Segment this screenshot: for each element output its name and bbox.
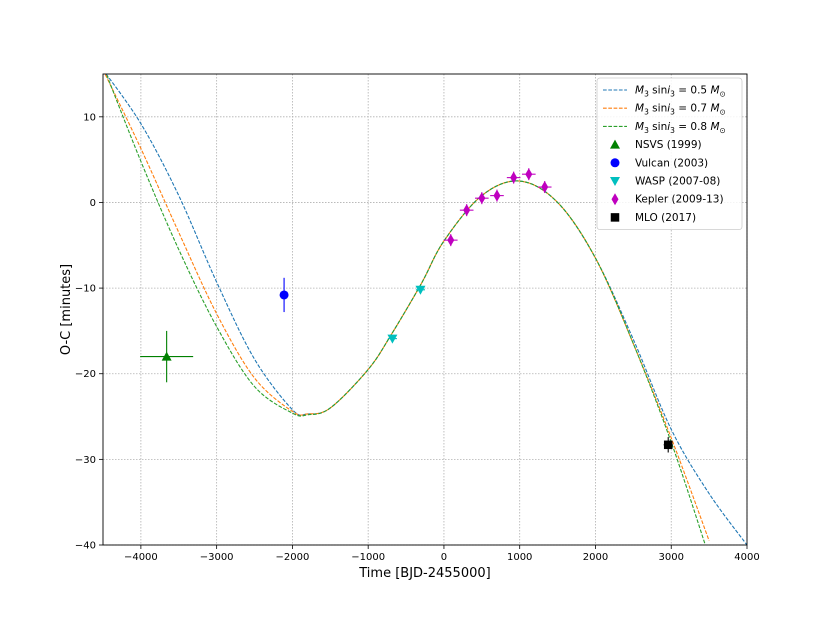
legend-mass-symbol: M [635, 103, 644, 115]
y-tick-label: −40 [75, 541, 96, 552]
legend-sun-subscript: ⊙ [720, 108, 726, 117]
legend-entry-series-3: Kepler (2009-13) [635, 194, 724, 206]
x-tick-label: −3000 [200, 552, 234, 563]
legend-entry-2: M3 sini3 = 0.8 M⊙ [635, 121, 726, 135]
series-2 [387, 285, 426, 344]
legend-mass-value: = 0.5 [675, 85, 711, 97]
x-axis-label: Time [BJD-2455000] [358, 566, 490, 581]
legend-box [596, 77, 743, 231]
marker-circle [610, 158, 620, 168]
y-axis-label: O-C [minutes] [59, 264, 74, 355]
legend-mass-value: = 0.8 [675, 121, 711, 133]
legend-solar-mass-symbol: M [710, 103, 719, 115]
marker-thin-diamond [493, 189, 501, 202]
legend-mass-value: = 0.7 [675, 103, 711, 115]
legend: M3 sini3 = 0.5 M⊙ M3 sini3 = 0.7 M⊙ M3 sin… [596, 77, 743, 231]
x-tick-label: 2000 [583, 552, 608, 563]
legend-sin-text: sin [649, 121, 667, 133]
legend-sin-text: sin [649, 103, 667, 115]
legend-entry-series-4: MLO (2017) [635, 212, 696, 224]
series-0 [140, 330, 194, 383]
legend-entry-series-1: Vulcan (2003) [635, 157, 708, 169]
x-tick-label: −2000 [275, 552, 309, 563]
marker-square [610, 213, 620, 222]
legend-sin-text: sin [649, 85, 667, 97]
legend-mass-symbol: M [635, 121, 644, 133]
legend-entry-0: M3 sini3 = 0.5 M⊙ [635, 85, 726, 99]
legend-entry-series-0: NSVS (1999) [635, 139, 702, 151]
legend-sun-subscript: ⊙ [720, 90, 726, 99]
chart: −4000 −3000 −2000 −1000 0 1000 2000 3000 4000 10 0… [59, 73, 760, 581]
legend-entry-1: M3 sini3 = 0.7 M⊙ [635, 103, 726, 117]
x-tick-label: 3000 [659, 552, 684, 563]
series-3 [443, 168, 552, 247]
legend-mass-symbol: M [635, 85, 644, 97]
x-tick-label: 4000 [734, 552, 759, 563]
legend-sun-subscript: ⊙ [720, 126, 726, 135]
x-tick-label: 1000 [507, 552, 532, 563]
marker-thin-diamond [525, 168, 533, 181]
x-tick-label: −1000 [351, 552, 385, 563]
legend-entry-series-2: WASP (2007-08) [635, 176, 720, 188]
series-1 [279, 277, 289, 313]
y-tick-label: −10 [75, 284, 96, 295]
y-tick-label: −20 [75, 369, 96, 380]
y-tick-label: −30 [75, 455, 96, 466]
marker-circle [279, 290, 289, 300]
marker-thin-diamond [447, 234, 455, 247]
x-tick-label: 0 [441, 552, 447, 563]
legend-solar-mass-symbol: M [710, 85, 719, 97]
x-tick-label: −4000 [124, 552, 158, 563]
legend-solar-mass-symbol: M [710, 121, 719, 133]
y-tick-label: 0 [90, 198, 96, 209]
marker-thin-diamond [541, 181, 549, 194]
y-tick-label: 10 [83, 112, 96, 123]
marker-square [663, 440, 673, 450]
